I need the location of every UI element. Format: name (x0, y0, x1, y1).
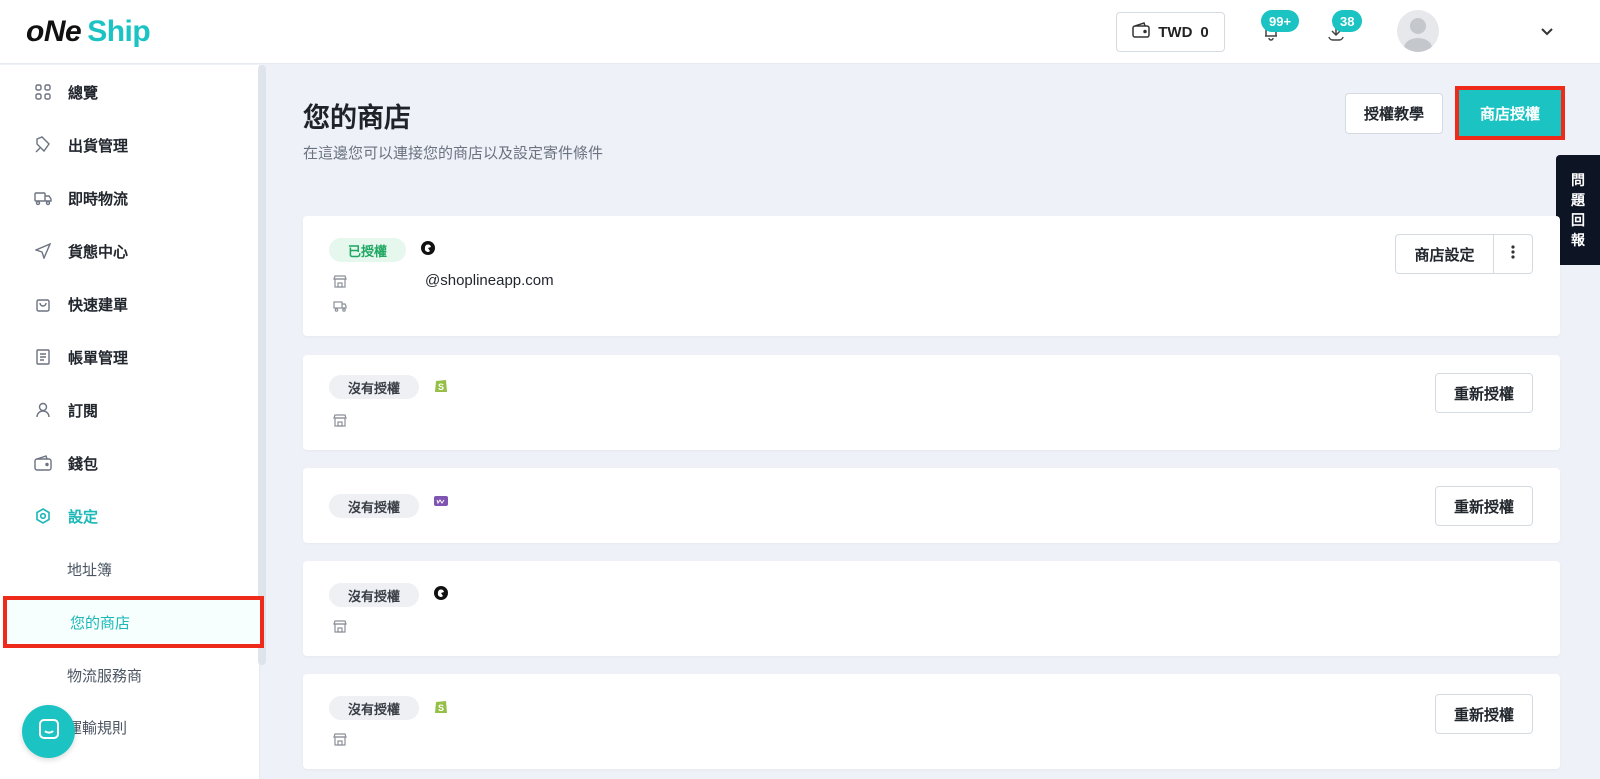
sidebar-item-live-logistics[interactable]: 即時物流 (0, 175, 260, 221)
sidebar-item-quick-order[interactable]: 快速建單 (0, 281, 260, 327)
sidebar-item-label: 即時物流 (68, 190, 129, 208)
send-icon (34, 242, 52, 260)
page-subtitle: 在這邊您可以連接您的商店以及設定寄件條件 (303, 145, 604, 162)
settings-icon (34, 507, 52, 525)
shopify-icon: S (433, 698, 449, 714)
store-settings-group: 商店設定 (1395, 234, 1533, 274)
status-badge: 沒有授權 (329, 375, 420, 399)
svg-text:S: S (438, 703, 444, 713)
woocommerce-icon (433, 494, 449, 510)
wallet-currency: TWD (1158, 23, 1193, 41)
chat-icon (37, 717, 61, 746)
status-badge: 沒有授權 (329, 494, 420, 518)
wallet-amount: 0 (1200, 23, 1209, 41)
authorization-tutorial-button[interactable]: 授權教學 (1345, 93, 1443, 134)
chat-support-button[interactable] (22, 705, 75, 758)
status-badge: 已授權 (329, 238, 407, 262)
sidebar-item-label: 總覽 (68, 84, 99, 102)
page-title: 您的商店 (303, 103, 411, 133)
logo-ship-text: Ship (87, 15, 151, 48)
feedback-tab-char: 回 (1571, 212, 1585, 228)
store-settings-button[interactable]: 商店設定 (1396, 235, 1494, 273)
sidebar-item-wallet[interactable]: 錢包 (0, 440, 260, 486)
reauthorize-button[interactable]: 重新授權 (1435, 486, 1533, 526)
grid-icon (34, 83, 52, 101)
sidebar-subitem-logistics-providers[interactable]: 物流服務商 (0, 652, 260, 698)
sidebar-item-label: 貨態中心 (68, 243, 129, 261)
reauthorize-button[interactable]: 重新授權 (1435, 694, 1533, 734)
document-icon (34, 348, 52, 366)
chevron-down-icon[interactable] (1538, 22, 1556, 40)
shopline-icon (420, 240, 436, 256)
downloads-badge: 38 (1332, 10, 1363, 32)
kebab-icon (1511, 244, 1515, 265)
sidebar-item-label: 錢包 (68, 455, 99, 473)
user-icon (34, 401, 52, 419)
store-icon (333, 413, 347, 427)
sidebar-item-label: 帳單管理 (68, 349, 129, 367)
sidebar-item-label: 設定 (68, 508, 99, 526)
sidebar-subitem-your-stores[interactable]: 您的商店 (3, 596, 264, 648)
sidebar-item-overview[interactable]: 總覽 (0, 69, 260, 115)
wallet-icon (34, 454, 52, 472)
avatar[interactable] (1397, 10, 1439, 52)
sidebar-item-settings[interactable]: 設定 (0, 493, 260, 539)
sidebar-item-billing[interactable]: 帳單管理 (0, 334, 260, 380)
more-options-button[interactable] (1494, 235, 1532, 273)
shopify-icon: S (433, 377, 449, 393)
shopline-icon (433, 585, 449, 601)
wallet-icon (1132, 22, 1150, 42)
top-bar: oNe Ship TWD 0 99+ 38 (0, 0, 1600, 64)
truck-icon (333, 299, 347, 313)
store-card: 沒有授權 S 重新授權 (303, 674, 1560, 769)
wallet-balance-button[interactable]: TWD 0 (1116, 12, 1225, 52)
logo-one-text: oNe (26, 15, 82, 48)
feedback-tab-char: 問 (1571, 172, 1585, 188)
sidebar-item-shipments[interactable]: 出貨管理 (0, 122, 260, 168)
status-badge: 沒有授權 (329, 583, 420, 607)
sidebar-item-label: 快速建單 (68, 296, 129, 314)
notifications-badge: 99+ (1261, 10, 1300, 32)
store-icon (333, 274, 347, 288)
sidebar-item-tracking-center[interactable]: 貨態中心 (0, 228, 260, 274)
store-card: 沒有授權 (303, 561, 1560, 656)
store-card: 沒有授權 S 重新授權 (303, 355, 1560, 450)
store-card: 已授權 @shoplineapp.com 商店設定 (303, 216, 1560, 336)
feedback-tab-char: 題 (1571, 192, 1585, 208)
sidebar-item-label: 出貨管理 (68, 137, 129, 155)
svg-text:S: S (438, 382, 444, 392)
package-icon (34, 136, 52, 154)
store-card: 沒有授權 重新授權 (303, 468, 1560, 543)
feedback-tab[interactable]: 問 題 回 報 (1556, 155, 1600, 265)
store-icon (333, 732, 347, 746)
store-icon (333, 619, 347, 633)
oneship-logo[interactable]: oNe Ship (26, 12, 151, 52)
bag-icon (34, 295, 52, 313)
sidebar-item-label: 訂閱 (68, 402, 99, 420)
store-email: @shoplineapp.com (425, 272, 554, 289)
truck-icon (34, 189, 52, 207)
sidebar-subitem-address-book[interactable]: 地址簿 (0, 546, 260, 592)
feedback-tab-char: 報 (1571, 232, 1585, 248)
store-authorize-button[interactable]: 商店授權 (1459, 90, 1561, 136)
sidebar-item-subscription[interactable]: 訂閱 (0, 387, 260, 433)
store-authorize-highlight: 商店授權 (1455, 86, 1565, 140)
reauthorize-button[interactable]: 重新授權 (1435, 373, 1533, 413)
status-badge: 沒有授權 (329, 696, 420, 720)
